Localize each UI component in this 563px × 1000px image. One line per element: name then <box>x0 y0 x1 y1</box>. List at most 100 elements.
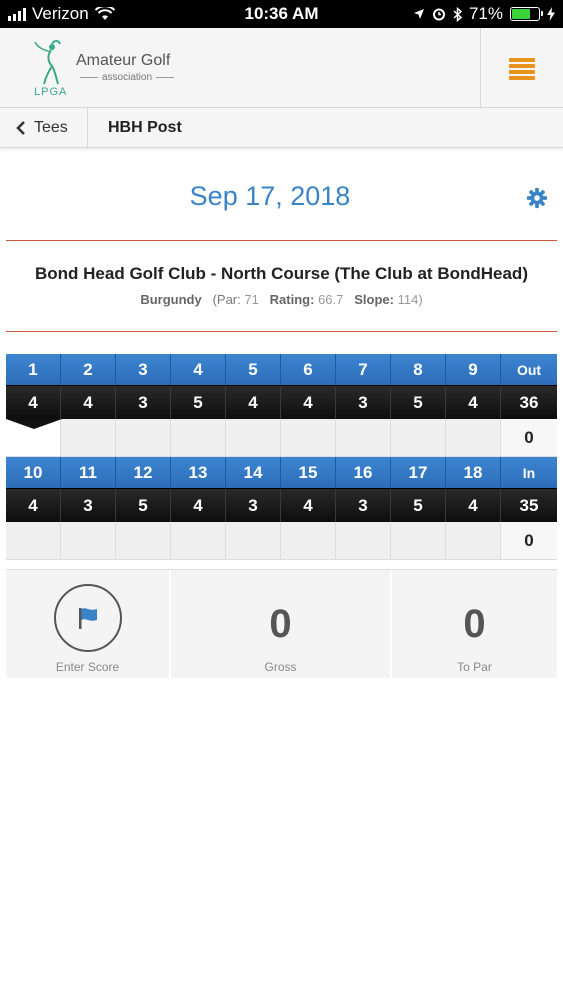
hole-score-13[interactable] <box>171 522 226 560</box>
hole-par-3: 3 <box>116 386 171 419</box>
hole-number-2[interactable]: 2 <box>61 354 116 385</box>
alarm-icon <box>432 8 445 21</box>
hole-par-1: 4 <box>6 386 61 419</box>
divider-top <box>6 240 557 241</box>
hole-number-3[interactable]: 3 <box>116 354 171 385</box>
hole-number-5[interactable]: 5 <box>226 354 281 385</box>
battery-icon <box>510 7 543 21</box>
back-total-score: 0 <box>501 522 557 560</box>
rating-value: 66.7 <box>318 292 344 307</box>
hole-number-9[interactable]: 9 <box>446 354 501 385</box>
hole-number-4[interactable]: 4 <box>171 354 226 385</box>
score-summary: Enter Score 0 Gross 0 To Par <box>6 569 557 678</box>
gear-icon[interactable] <box>526 187 548 209</box>
battery-percent: 71% <box>468 4 503 23</box>
subnav-bar: Tees HBH Post <box>0 108 563 148</box>
par-value: 71 <box>244 292 259 307</box>
hole-par-16: 3 <box>336 489 391 522</box>
enter-score-label: Enter Score <box>55 660 120 674</box>
hole-score-16[interactable] <box>336 522 391 560</box>
hole-score-14[interactable] <box>226 522 281 560</box>
back-nine-score-row[interactable]: 0 <box>6 522 557 560</box>
hole-number-6[interactable]: 6 <box>281 354 336 385</box>
enter-score-circle[interactable] <box>54 584 122 652</box>
bluetooth-icon <box>453 6 462 22</box>
hole-number-16[interactable]: 16 <box>336 457 391 488</box>
hole-number-12[interactable]: 12 <box>116 457 171 488</box>
hole-par-17: 5 <box>391 489 446 522</box>
scorecard: 1 2 3 4 5 6 7 8 9 Out 4 4 3 5 4 4 3 5 4 36 0 10 11 12 13 14 15 1… <box>6 354 557 560</box>
tee-name: Burgundy <box>140 292 202 307</box>
logo-title: Amateur Golf <box>76 52 171 69</box>
hole-score-15[interactable] <box>281 522 336 560</box>
gross-value: 0 <box>269 602 292 646</box>
hole-number-1[interactable]: 1 <box>6 354 61 385</box>
charging-icon <box>547 7 555 21</box>
hole-number-7[interactable]: 7 <box>336 354 391 385</box>
hole-par-5: 4 <box>226 386 281 419</box>
header-divider <box>480 28 481 108</box>
hole-par-12: 5 <box>116 489 171 522</box>
hole-score-5[interactable] <box>226 419 281 457</box>
enter-score-button[interactable]: Enter Score <box>6 570 171 678</box>
hole-par-10: 4 <box>6 489 61 522</box>
hole-number-15[interactable]: 15 <box>281 457 336 488</box>
menu-button[interactable] <box>509 58 535 80</box>
hole-number-13[interactable]: 13 <box>171 457 226 488</box>
to-par-label: To Par <box>457 660 492 674</box>
current-hole-pointer <box>6 419 62 429</box>
hole-score-18[interactable] <box>446 522 501 560</box>
gross-label: Gross <box>264 660 297 674</box>
to-par-tile: 0 To Par <box>392 570 557 678</box>
logo[interactable]: LPGA Amateur Golf association <box>30 38 190 100</box>
hole-score-7[interactable] <box>336 419 391 457</box>
hole-score-8[interactable] <box>391 419 446 457</box>
hole-number-14[interactable]: 14 <box>226 457 281 488</box>
hole-score-12[interactable] <box>116 522 171 560</box>
hole-par-9: 4 <box>446 386 501 419</box>
hole-par-7: 3 <box>336 386 391 419</box>
hole-par-18: 4 <box>446 489 501 522</box>
hole-par-4: 5 <box>171 386 226 419</box>
hole-number-10[interactable]: 10 <box>6 457 61 488</box>
hole-score-9[interactable] <box>446 419 501 457</box>
divider-bottom <box>6 331 557 332</box>
logo-subtitle: association <box>76 72 178 83</box>
course-name: Bond Head Golf Club - North Course (The … <box>35 264 528 283</box>
hole-par-2: 4 <box>61 386 116 419</box>
hole-score-17[interactable] <box>391 522 446 560</box>
round-date[interactable]: Sep 17, 2018 <box>0 181 540 212</box>
hamburger-icon <box>509 58 535 62</box>
front-nine-par-row: 4 4 3 5 4 4 3 5 4 36 <box>6 385 557 419</box>
location-icon <box>413 9 424 19</box>
front-total-label: Out <box>516 361 542 378</box>
hole-score-2[interactable] <box>61 419 116 457</box>
hole-score-3[interactable] <box>116 419 171 457</box>
status-bar: Verizon 10:36 AM 71% <box>0 0 563 28</box>
back-nine-par-row: 4 3 5 4 3 4 3 5 4 35 <box>6 488 557 522</box>
hole-par-8: 5 <box>391 386 446 419</box>
slope-value: 114) <box>397 292 423 307</box>
page-title: HBH Post <box>108 119 182 136</box>
hole-par-6: 4 <box>281 386 336 419</box>
hole-number-11[interactable]: 11 <box>61 457 116 488</box>
hole-number-18[interactable]: 18 <box>446 457 501 488</box>
hole-par-13: 4 <box>171 489 226 522</box>
front-total-par: 36 <box>501 386 557 419</box>
hole-number-17[interactable]: 17 <box>391 457 446 488</box>
hole-score-11[interactable] <box>61 522 116 560</box>
back-button[interactable]: Tees <box>0 108 88 148</box>
hole-number-8[interactable]: 8 <box>391 354 446 385</box>
app-header: LPGA Amateur Golf association <box>0 28 563 108</box>
front-nine-holes-row: 1 2 3 4 5 6 7 8 9 Out <box>6 354 557 385</box>
back-total-par: 35 <box>501 489 557 522</box>
hole-par-14: 3 <box>226 489 281 522</box>
front-nine-score-row[interactable]: 0 <box>6 419 557 457</box>
flag-icon <box>79 608 97 629</box>
logo-mark: LPGA <box>34 86 68 98</box>
hole-score-4[interactable] <box>171 419 226 457</box>
back-total-label: In <box>522 464 536 481</box>
hole-score-10[interactable] <box>6 522 61 560</box>
course-details: Burgundy (Par: 71 Rating: 66.7 Slope: 11… <box>140 292 423 307</box>
hole-score-6[interactable] <box>281 419 336 457</box>
